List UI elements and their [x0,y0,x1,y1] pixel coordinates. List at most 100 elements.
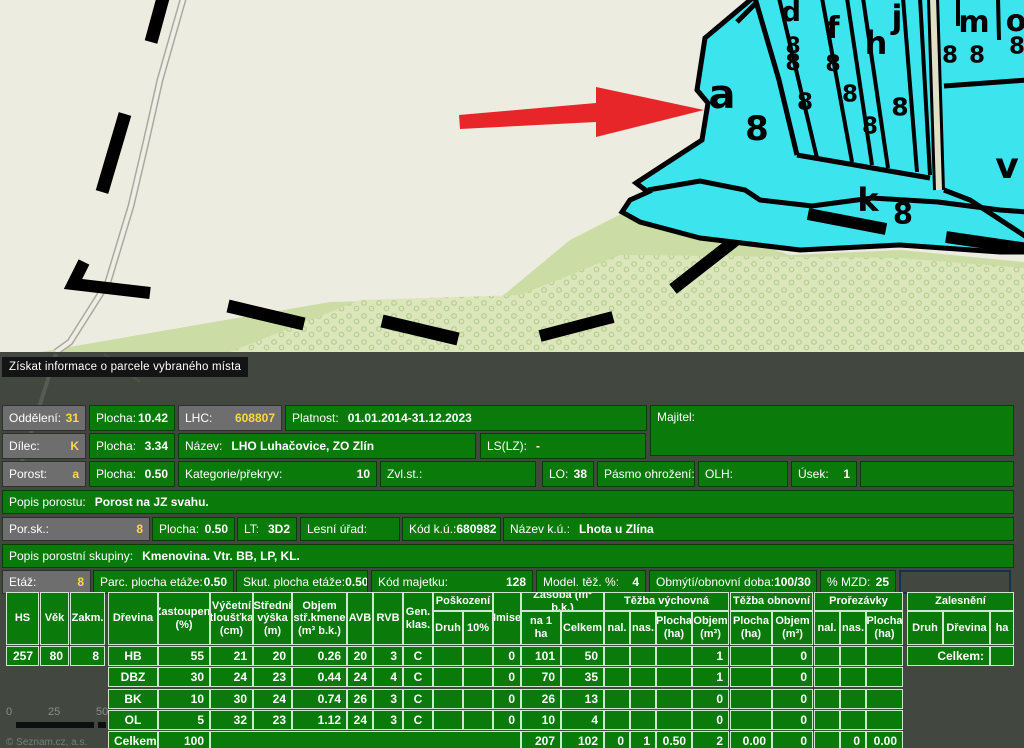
table-cell [604,667,630,687]
table-cell [730,689,772,709]
field-label: Por.sk.: [3,522,49,536]
field-value: 3D2 [268,522,296,536]
header-tezba_obnovni-plocha_ha: Plocha (ha) [730,611,772,645]
table-cell: 0 [493,689,521,709]
map-attribution: © Seznam.cz, a.s. [6,737,87,748]
field-label: Plocha: [90,411,136,425]
field-value: 10 [357,467,376,481]
table-cell: 26 [347,689,373,709]
table-cell [630,667,656,687]
header-rvb: RVB [373,592,403,645]
table-cell [463,710,493,730]
total-cell: 2 [692,731,729,748]
header-group-tezba_obnovni: Těžba obnovní [730,592,813,611]
header-zastoupeni: Zastoupení (%) [158,592,210,645]
table-cell [866,710,903,730]
field-platnost: Platnost:01.01.2014-31.12.2023 [285,405,647,431]
table-cell [433,710,463,730]
header-group-tezba_vychovna: Těžba výchovná [604,592,729,611]
field-label: Kód k.ú.: [403,522,456,536]
header-hs: HS [6,592,39,645]
empty-field [860,461,1014,487]
table-cell [814,689,840,709]
header-avb: AVB [347,592,373,645]
field-lt: LT:3D2 [237,517,297,541]
table-cell [814,710,840,730]
field-kod_majetku: Kód majetku:128 [371,570,533,594]
header-gen_klas: Gen. klas. [403,592,433,645]
table-cell [840,689,866,709]
header-tezba_vychovna-nal: nal. [604,611,630,645]
table-cell: 5 [158,710,210,730]
table-cell [604,689,630,709]
field-label: Obmýtí/obnovní doba: [650,575,774,589]
field-value: Kmenovina. Vtr. BB, LP, KL. [142,549,300,563]
header-vycetni: Výčetní tloušťka (cm) [210,592,253,645]
header-drevina: Dřevina [108,592,158,645]
table-cell: 0 [692,710,729,730]
header-group-prorezavky: Prořezávky [814,592,903,611]
table-cell [840,710,866,730]
header-prorezavky-nal: nal. [814,611,840,645]
table-cell [840,667,866,687]
table-cell-left: 257 [6,646,39,666]
field-value: 10.42 [138,411,174,425]
table-cell: 0.26 [292,646,347,666]
table-cell: 24 [347,667,373,687]
table-cell-left: 80 [40,646,69,666]
table-cell: 0.74 [292,689,347,709]
field-olh: OLH: [698,461,788,487]
field-majitel: Majitel: [650,405,1014,456]
total-cell: 102 [561,731,604,748]
field-label: Kód majetku: [372,575,448,589]
table-cell: 0 [772,710,813,730]
table-cell [604,710,630,730]
total-cell: 0.00 [730,731,772,748]
field-skut_plocha: Skut. plocha etáže:0.50 [236,570,368,594]
table-cell: 0 [772,667,813,687]
table-cell: 0 [772,646,813,666]
table-cell [433,646,463,666]
field-obmyti: Obmýtí/obnovní doba:100/30 [649,570,817,594]
field-value: 01.01.2014-31.12.2023 [348,411,472,425]
field-mzd: % MZD:25 [820,570,896,594]
header-zasoba-celkem: Celkem [561,611,604,645]
header-zalesneni-ha: ha [990,611,1014,645]
table-cell: 3 [373,689,403,709]
field-label: Dílec: [3,439,40,453]
field-label: Popis porostní skupiny: [3,549,133,563]
field-label: % MZD: [821,575,870,589]
field-value: 38 [574,467,593,481]
scale-label-25: 25 [48,706,60,718]
field-value: 1 [843,467,856,481]
table-cell: 21 [210,646,253,666]
table-cell: 30 [210,689,253,709]
table-cell: 32 [210,710,253,730]
empty-field [899,570,1011,594]
field-value: K [70,439,85,453]
table-cell: 10 [521,710,561,730]
field-lesni_urad: Lesní úřad: [300,517,400,541]
table-cell: 4 [373,667,403,687]
total-row-spacer [210,731,521,748]
field-value: 0.50 [205,522,234,536]
field-label: Plocha: [153,522,199,536]
field-nazev: Název:LHO Luhačovice, ZO Zlín [178,433,476,459]
table-cell [866,689,903,709]
table-cell: 20 [253,646,292,666]
field-value: 0.50 [145,467,174,481]
table-cell-left: 8 [70,646,105,666]
field-lslz: LS(LZ):- [480,433,646,459]
field-label: LHC: [179,411,212,425]
header-prorezavky-nas: nas. [840,611,866,645]
total-cell: 1 [630,731,656,748]
table-cell: 0.44 [292,667,347,687]
field-porost: Porost:a [2,461,86,487]
field-etaz: Etáž:8 [2,570,91,594]
map-canvas[interactable]: a8dfhjmo8888888888k8v [0,0,1024,352]
field-label: LS(LZ): [481,439,527,453]
total-cell: 0.50 [656,731,692,748]
scale-label-0: 0 [6,706,12,718]
field-kod_ku: Kód k.ú.:680982 [402,517,501,541]
field-dilec: Dílec: K [2,433,86,459]
